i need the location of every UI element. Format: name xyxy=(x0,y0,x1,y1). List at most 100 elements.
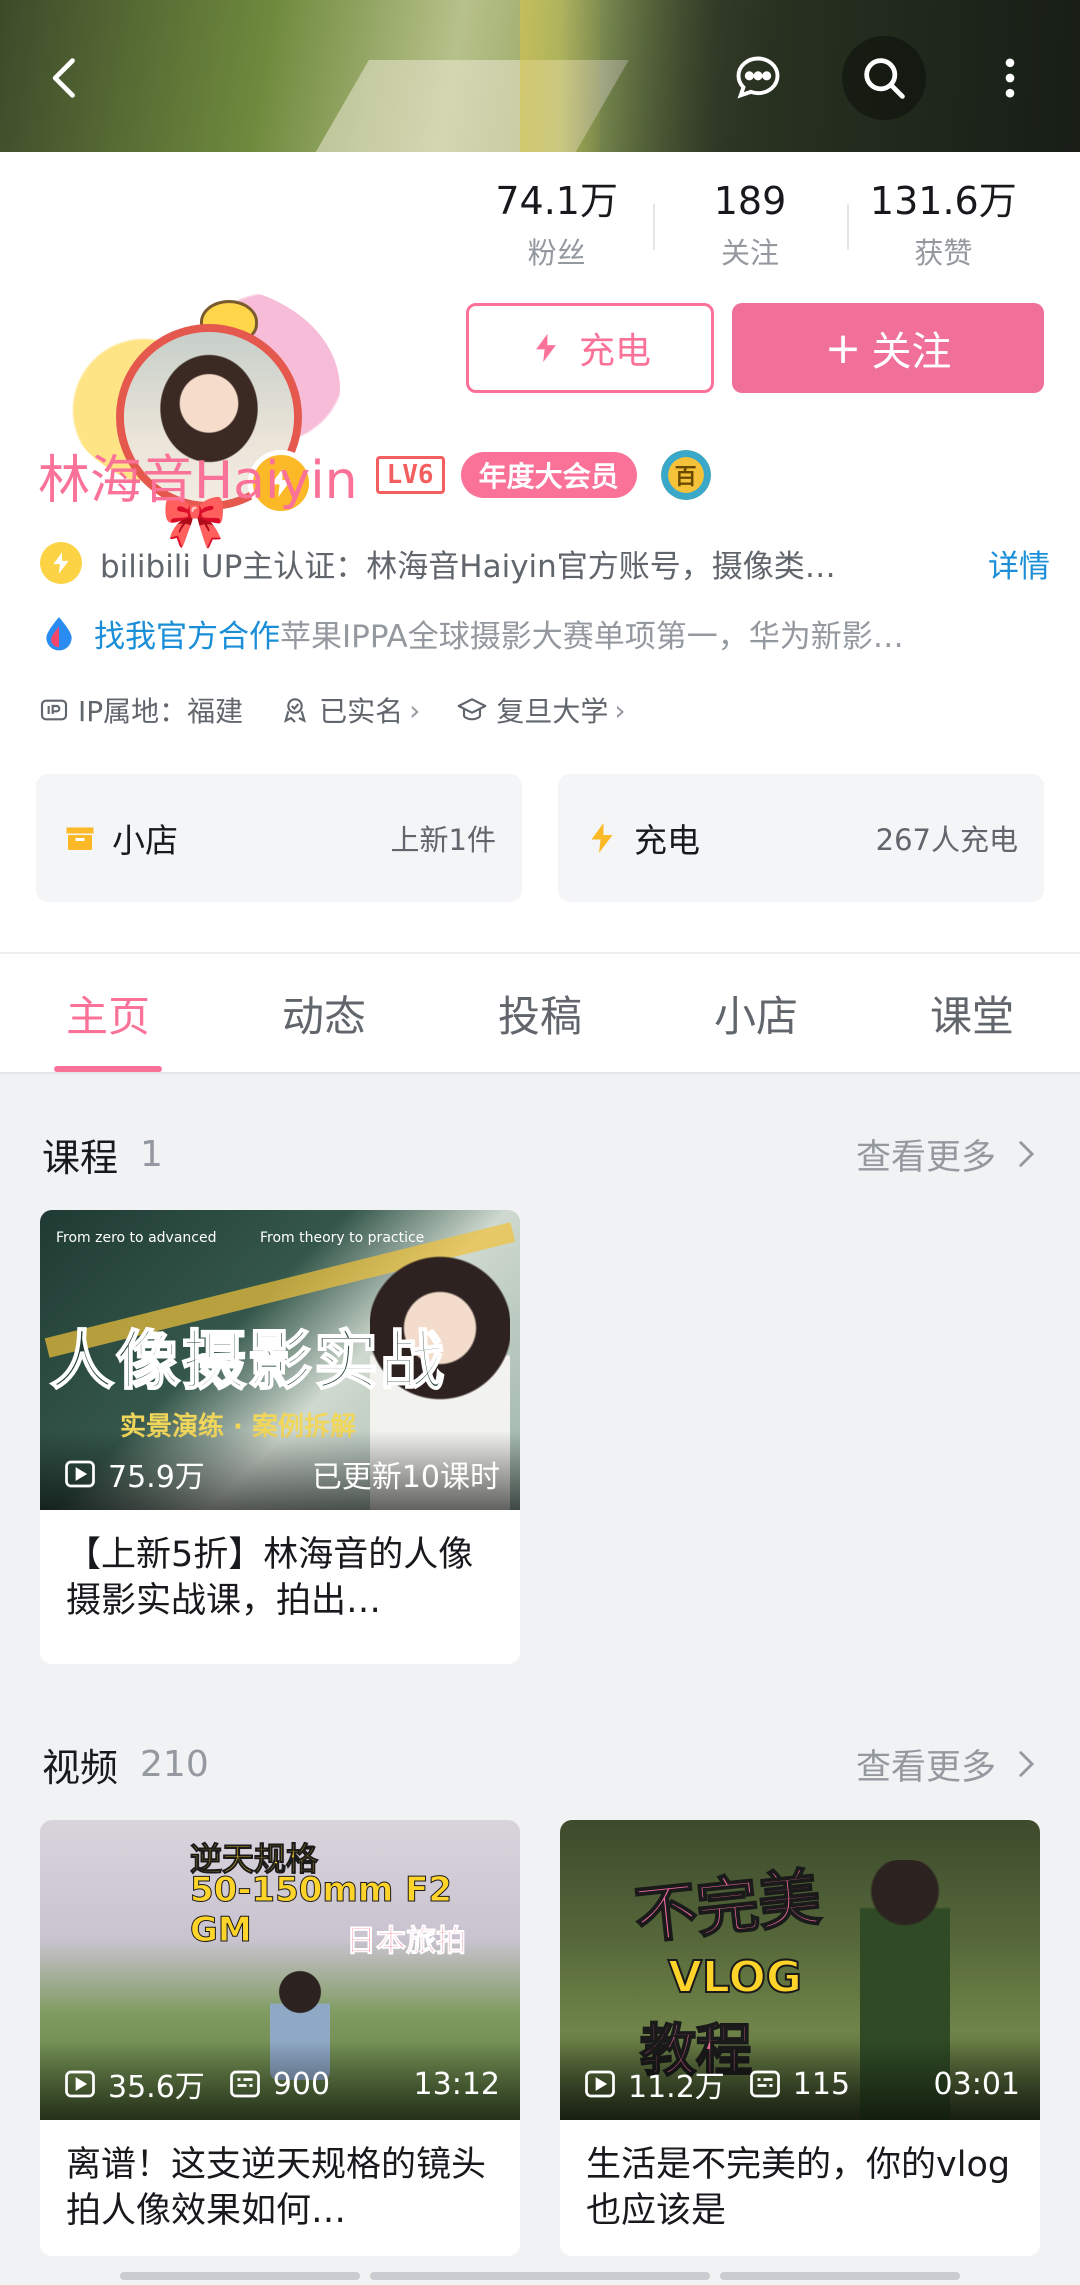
shop-card[interactable]: 小店 上新1件 xyxy=(36,774,522,902)
course-thumbnail: From zero to advanced From theory to pra… xyxy=(40,1210,520,1510)
danmaku-count: 900 xyxy=(272,2066,331,2102)
username: 林海音Haiyin xyxy=(38,450,358,511)
video-duration: 03:01 xyxy=(933,2066,1020,2102)
cover-text: 日本旅拍 xyxy=(346,1924,467,1960)
tab-shop[interactable]: 小店 xyxy=(648,954,864,1072)
course-updated: 已更新10课时 xyxy=(311,1460,500,1495)
back-button[interactable] xyxy=(24,36,108,120)
videos-view-more[interactable]: 查看更多 xyxy=(856,1739,1042,1790)
course-title: 【上新5折】林海音的人像摄影实战课，拍出… xyxy=(66,1535,474,1621)
video-title: 离谱！这支逆天规格的镜头拍人像效果如何… xyxy=(66,2145,487,2231)
ip-location: IP属地：福建 xyxy=(38,690,243,730)
profile-tabs: 主页 动态 投稿 小店 课堂 xyxy=(0,952,1080,1074)
danmaku-icon xyxy=(749,2070,780,2098)
profile-card: 🎀 74.1万 粉丝 189 关注 131.6万 获赞 充电 + 关注 林海音H… xyxy=(0,152,1080,952)
follow-button-label: 关注 xyxy=(871,329,952,375)
stat-likes[interactable]: 131.6万 获赞 xyxy=(846,178,1040,270)
chat-bubble-icon xyxy=(736,56,780,99)
chevron-right-icon: › xyxy=(409,693,421,727)
shop-icon xyxy=(66,827,94,850)
play-icon xyxy=(585,2070,615,2098)
ip-icon xyxy=(40,699,68,721)
view-count: 35.6万 xyxy=(108,2070,205,2105)
cover-tag: From zero to advanced xyxy=(56,1230,217,1246)
message-button[interactable] xyxy=(716,36,800,120)
cover-tag: From theory to practice xyxy=(260,1230,425,1246)
cooperation-drop-icon xyxy=(46,617,72,651)
thumbnail-stats: 11.2万 115 03:01 xyxy=(582,2062,1020,2106)
stat-value: 131.6万 xyxy=(869,179,1017,223)
stat-value: 74.1万 xyxy=(495,179,618,223)
videos-section-header: 视频 210 查看更多 xyxy=(42,1734,1042,1794)
chevron-right-icon xyxy=(1019,1141,1035,1167)
certified-lightning-icon xyxy=(40,542,82,584)
video-thumbnail: 不完美 VLOG 教程 11.2万 115 03:01 xyxy=(560,1820,1040,2120)
shop-card-title: 小店 xyxy=(112,821,178,860)
video-duration: 13:12 xyxy=(413,2066,500,2102)
course-card[interactable]: From zero to advanced From theory to pra… xyxy=(40,1210,520,1664)
thumbnail-stats: 75.9万 已更新10课时 xyxy=(62,1452,500,1496)
view-more-label: 查看更多 xyxy=(855,1747,996,1788)
plus-icon: + xyxy=(824,322,862,374)
tab-classroom[interactable]: 课堂 xyxy=(864,954,1080,1072)
stat-following[interactable]: 189 关注 xyxy=(653,178,846,270)
verified-person-icon xyxy=(284,698,307,723)
play-icon xyxy=(65,2070,95,2098)
certification-text: bilibili UP主认证：林海音Haiyin官方账号，摄像类… xyxy=(100,548,836,585)
stat-label: 粉丝 xyxy=(527,236,586,270)
name-row: 林海音Haiyin LV6 年度大会员 百 xyxy=(38,440,711,511)
cover-text: VLOG xyxy=(667,1951,803,2004)
video-card[interactable]: 逆天规格 50-150mm F2 GM 日本旅拍 35.6万 900 13:12… xyxy=(40,1820,520,2256)
courses-view-more[interactable]: 查看更多 xyxy=(856,1129,1042,1180)
real-name-verified[interactable]: 已实名 › xyxy=(279,690,420,730)
vip-badge[interactable]: 年度大会员 xyxy=(460,452,637,498)
danmaku-icon xyxy=(229,2070,260,2098)
cooperation-row[interactable]: 找我官方合作 苹果IPPA全球摄影大赛单项第一，华为新影… xyxy=(40,608,1050,658)
graduation-cap-icon xyxy=(457,698,487,721)
tab-home[interactable]: 主页 xyxy=(0,954,216,1072)
follow-button[interactable]: + 关注 xyxy=(732,303,1044,393)
stat-value: 189 xyxy=(713,179,787,223)
search-button[interactable] xyxy=(842,36,926,120)
certification-details-link[interactable]: 详情 xyxy=(988,541,1050,586)
more-button[interactable] xyxy=(968,36,1052,120)
play-icon xyxy=(65,1460,95,1488)
video-title: 生活是不完美的，你的vlog也应该是 xyxy=(586,2145,1011,2231)
cooperation-link[interactable]: 找我官方合作 xyxy=(94,611,280,656)
view-count: 11.2万 xyxy=(628,2070,725,2105)
view-more-label: 查看更多 xyxy=(855,1137,996,1178)
charge-button[interactable]: 充电 xyxy=(466,303,714,393)
stat-label: 获赞 xyxy=(914,236,973,270)
section-count: 1 xyxy=(140,1133,163,1175)
medal-icon[interactable]: 百 xyxy=(660,450,711,500)
section-count: 210 xyxy=(140,1743,209,1785)
chevron-right-icon: › xyxy=(614,693,626,727)
courses-section-header: 课程 1 查看更多 xyxy=(42,1124,1042,1184)
cover-title: 人像摄影实战 xyxy=(49,1324,446,1400)
lightning-icon xyxy=(591,823,613,853)
certification-row[interactable]: bilibili UP主认证：林海音Haiyin官方账号，摄像类… 详情 xyxy=(40,535,1050,591)
profile-stats: 74.1万 粉丝 189 关注 131.6万 获赞 xyxy=(460,178,1040,270)
chevron-left-icon xyxy=(52,58,75,98)
school-info[interactable]: 复旦大学 › xyxy=(456,690,626,730)
lightning-icon xyxy=(536,333,556,363)
stat-label: 关注 xyxy=(720,236,779,270)
tab-submissions[interactable]: 投稿 xyxy=(432,954,648,1072)
charge-card[interactable]: 充电 267人充电 xyxy=(558,774,1044,902)
bio-text: 苹果IPPA全球摄影大赛单项第一，华为新影… xyxy=(280,618,904,655)
meta-row: IP属地：福建 已实名 › 复旦大学 › xyxy=(38,690,662,730)
danmaku-count: 115 xyxy=(792,2066,851,2102)
video-card[interactable]: 不完美 VLOG 教程 11.2万 115 03:01 生活是不完美的，你的vl… xyxy=(560,1820,1040,2256)
stat-fans[interactable]: 74.1万 粉丝 xyxy=(460,178,653,270)
shop-card-subtitle: 上新1件 xyxy=(390,823,496,857)
search-icon xyxy=(864,58,905,99)
scroll-indicator xyxy=(120,2272,960,2280)
charge-card-title: 充电 xyxy=(634,821,700,860)
charge-card-subtitle: 267人充电 xyxy=(875,823,1018,857)
more-vertical-icon xyxy=(1005,58,1015,98)
thumbnail-stats: 35.6万 900 13:12 xyxy=(62,2062,500,2106)
section-title: 课程 xyxy=(42,1135,119,1180)
tab-dynamics[interactable]: 动态 xyxy=(216,954,432,1072)
school-text: 复旦大学 xyxy=(496,695,609,728)
chevron-right-icon xyxy=(1019,1751,1035,1777)
